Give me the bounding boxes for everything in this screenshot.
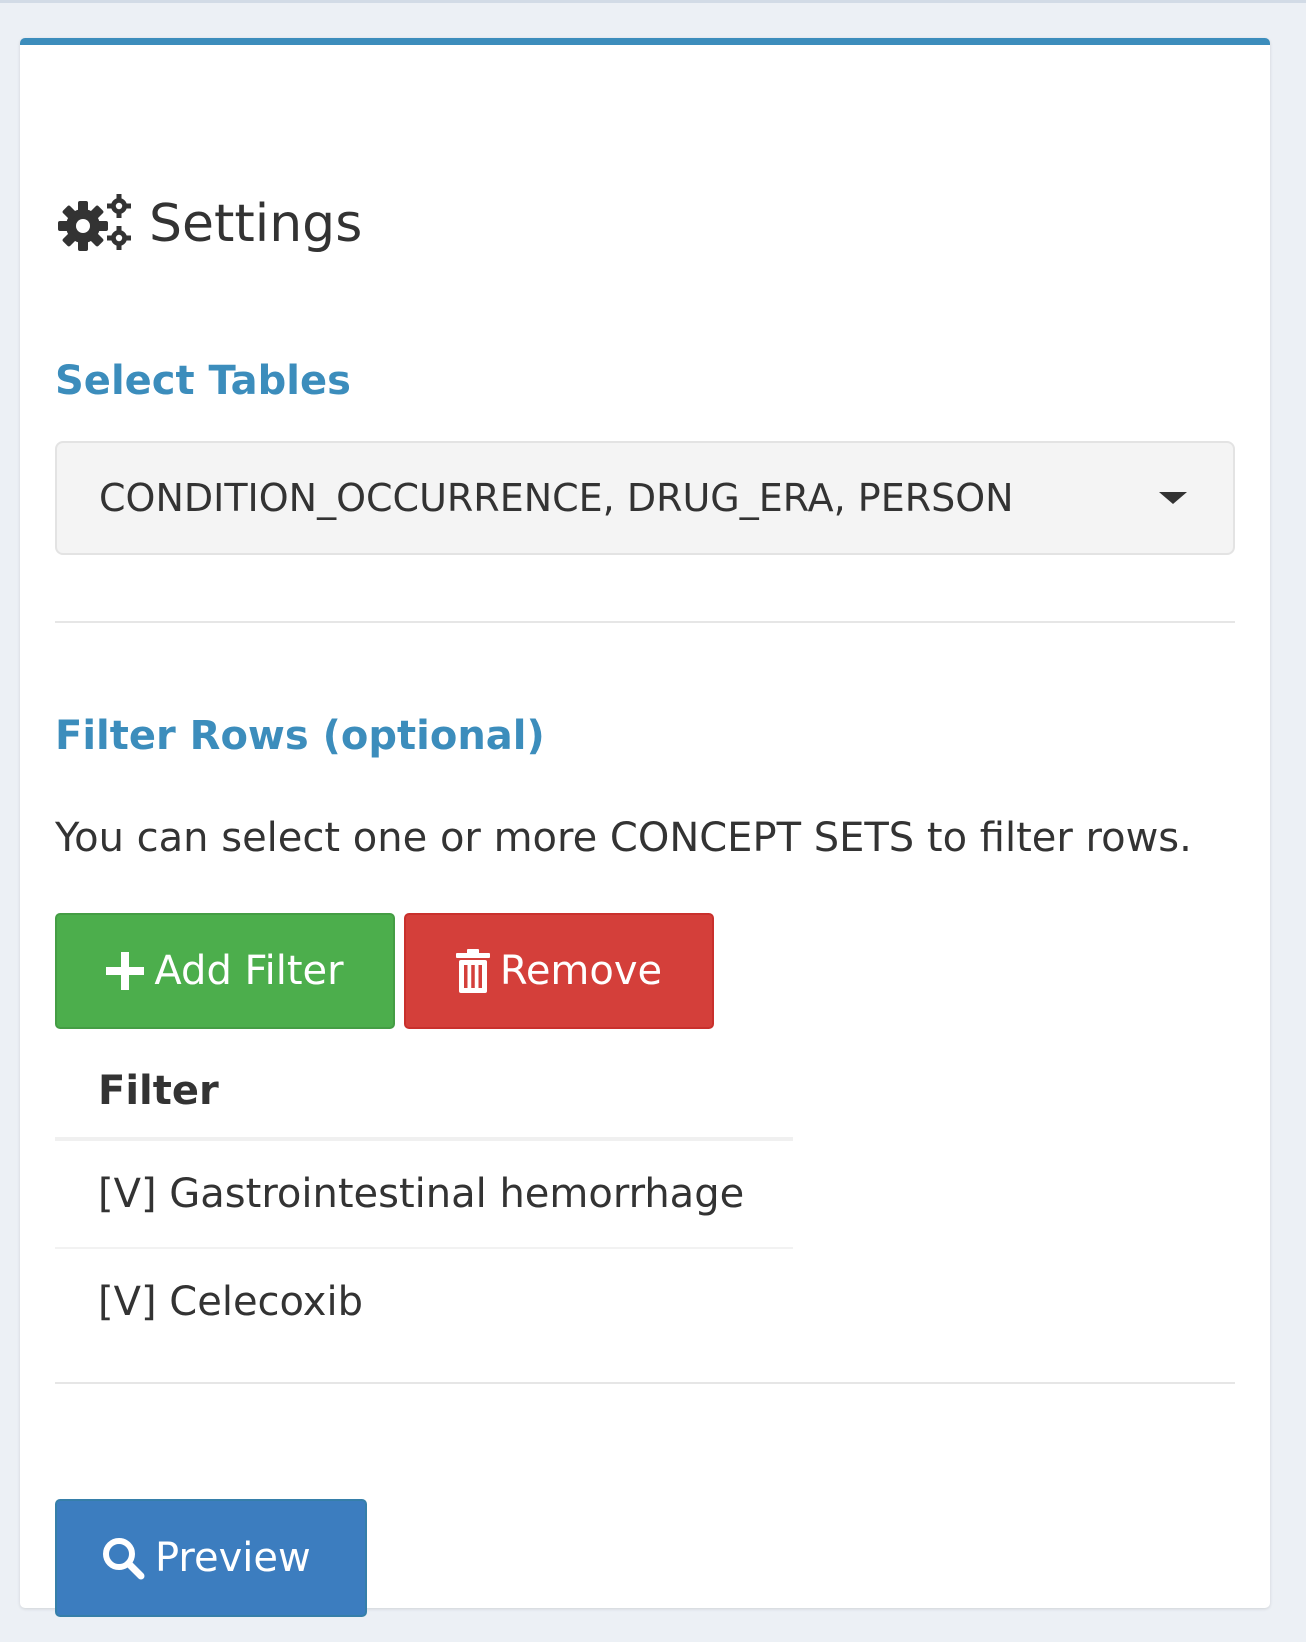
caret-down-icon[interactable] bbox=[1159, 492, 1187, 504]
add-filter-button[interactable]: Add Filter bbox=[55, 913, 395, 1029]
remove-filter-label: Remove bbox=[499, 948, 663, 994]
filter-table-row[interactable]: [V] Celecoxib bbox=[55, 1249, 793, 1355]
page-top-edge bbox=[0, 0, 1306, 3]
preview-button[interactable]: Preview bbox=[55, 1499, 367, 1617]
plus-icon bbox=[106, 952, 145, 990]
filter-table-row[interactable]: [V] Gastrointestinal hemorrhage bbox=[55, 1141, 793, 1249]
divider bbox=[55, 1382, 1235, 1384]
select-tables-label: Select Tables bbox=[55, 358, 351, 404]
filter-rows-label: Filter Rows (optional) bbox=[55, 713, 545, 759]
select-tables-value: CONDITION_OCCURRENCE, DRUG_ERA, PERSON bbox=[99, 476, 1014, 520]
trash-icon bbox=[455, 949, 490, 993]
select-tables-dropdown[interactable]: CONDITION_OCCURRENCE, DRUG_ERA, PERSON bbox=[55, 441, 1235, 555]
preview-label: Preview bbox=[155, 1535, 311, 1581]
divider bbox=[55, 621, 1235, 623]
filter-table: Filter [V] Gastrointestinal hemorrhage [… bbox=[55, 1045, 793, 1355]
gears-icon bbox=[58, 194, 131, 251]
add-filter-label: Add Filter bbox=[154, 948, 344, 994]
filter-table-header: Filter bbox=[55, 1045, 793, 1141]
filter-help-text: You can select one or more CONCEPT SETS … bbox=[55, 815, 1192, 861]
panel-title-text: Settings bbox=[149, 194, 363, 254]
settings-panel: Settings Select Tables CONDITION_OCCURRE… bbox=[20, 38, 1270, 1617]
remove-filter-button[interactable]: Remove bbox=[404, 913, 714, 1029]
search-icon bbox=[103, 1538, 145, 1580]
panel-title: Settings bbox=[55, 188, 362, 260]
